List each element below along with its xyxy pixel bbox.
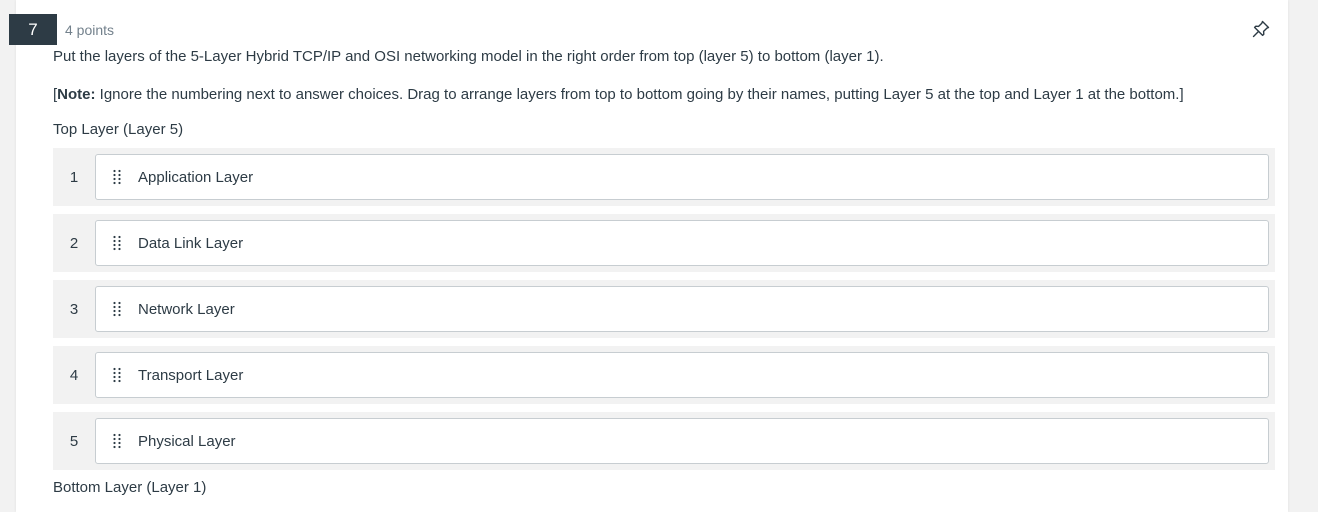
question-points: 4 points [65, 22, 115, 38]
drag-handle-icon[interactable] [96, 287, 138, 331]
answer-label: Network Layer [138, 300, 235, 318]
item-number: 4 [69, 366, 79, 384]
list-item: 2 Data Link Layer [53, 214, 1275, 272]
list-item: 1 Application Layer [53, 148, 1275, 206]
list-item: 4 Transport Layer [53, 346, 1275, 404]
drag-handle-icon[interactable] [96, 155, 138, 199]
ordering-list: 1 Application Layer 2 Data Link Layer 3 … [53, 148, 1275, 478]
question-number: 7 [28, 19, 38, 39]
top-layer-label: Top Layer (Layer 5) [53, 121, 184, 138]
item-number: 3 [69, 300, 79, 318]
answer-label: Data Link Layer [138, 234, 244, 252]
answer-label: Application Layer [138, 168, 254, 186]
note-label: Note: [57, 86, 96, 103]
question-number-badge: 7 [9, 14, 57, 45]
question-prompt: Put the layers of the 5-Layer Hybrid TCP… [53, 48, 884, 65]
answer-label: Physical Layer [138, 432, 236, 450]
question-note: [Note: Ignore the numbering next to answ… [53, 86, 1184, 103]
drag-handle-icon[interactable] [96, 419, 138, 463]
draggable-answer[interactable]: Network Layer [95, 286, 1269, 332]
note-text: Ignore the numbering next to answer choi… [95, 86, 1184, 103]
draggable-answer[interactable]: Data Link Layer [95, 220, 1269, 266]
item-number: 5 [69, 432, 79, 450]
draggable-answer[interactable]: Transport Layer [95, 352, 1269, 398]
item-number: 2 [69, 234, 79, 252]
pin-icon[interactable] [1251, 19, 1271, 39]
list-item: 3 Network Layer [53, 280, 1275, 338]
drag-handle-icon[interactable] [96, 353, 138, 397]
bottom-layer-label: Bottom Layer (Layer 1) [53, 479, 207, 496]
list-item: 5 Physical Layer [53, 412, 1275, 470]
draggable-answer[interactable]: Application Layer [95, 154, 1269, 200]
item-number: 1 [69, 168, 79, 186]
drag-handle-icon[interactable] [96, 221, 138, 265]
draggable-answer[interactable]: Physical Layer [95, 418, 1269, 464]
answer-label: Transport Layer [138, 366, 244, 384]
